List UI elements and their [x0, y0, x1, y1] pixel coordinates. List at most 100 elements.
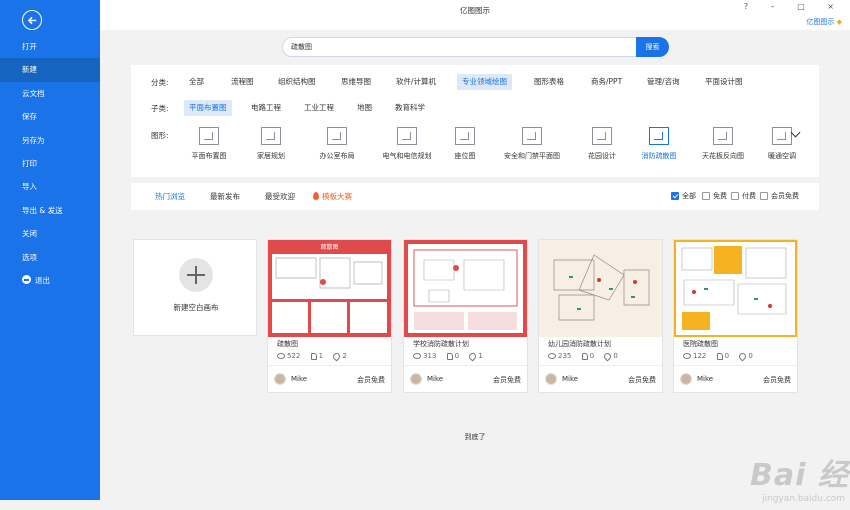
- fire-icon: [313, 192, 319, 200]
- subcategory-label: 子类:: [151, 104, 169, 113]
- sidebar-item-export[interactable]: 导出 & 发送: [0, 199, 100, 222]
- template-stats: 522 1 2: [277, 351, 355, 361]
- category-graphic-design[interactable]: 平面设计图: [700, 74, 748, 90]
- end-of-list-text: 到底了: [464, 433, 486, 441]
- price-tag: 会员免费: [493, 376, 521, 384]
- price-tag: 会员免费: [357, 376, 385, 384]
- checkbox-all[interactable]: 全部: [671, 192, 696, 201]
- arrow-left-icon: [27, 16, 36, 24]
- floor-plan-thumbnail: 疏散图: [268, 240, 391, 337]
- template-card[interactable]: 学校消防疏散计划 313 0 1 Mike 会员免费: [403, 239, 528, 393]
- price-tag: 会员免费: [763, 376, 791, 384]
- exit-icon: [22, 275, 31, 285]
- sidebar-item-save-as[interactable]: 另存为: [0, 129, 100, 152]
- view-count: 313: [423, 352, 437, 360]
- seating-icon: [455, 127, 475, 145]
- template-title: 学校消防疏散计划: [413, 340, 469, 348]
- sidebar-item-close[interactable]: 关闭: [0, 222, 100, 245]
- template-title: 幼儿园消防疏散计划: [548, 340, 611, 348]
- window-controls[interactable]: ? – □ ×: [744, 2, 844, 11]
- template-card[interactable]: 疏散图 疏散图 522 1 2 Mike 会员免费: [267, 239, 392, 393]
- sidebar-item-options[interactable]: 选项: [0, 246, 100, 269]
- shape-hvac[interactable]: 暖通空调: [747, 127, 817, 161]
- shape-label: 安全和门禁平面图: [504, 152, 560, 160]
- eye-icon: [683, 353, 691, 359]
- template-card[interactable]: 幼儿园消防疏散计划 235 0 0 Mike 会员免费: [538, 239, 663, 393]
- template-stats: 235 0 0: [548, 351, 626, 361]
- heart-icon: [737, 351, 748, 361]
- sidebar-item-import[interactable]: 导入: [0, 175, 100, 198]
- category-professional[interactable]: 专业领域绘图: [457, 74, 512, 90]
- floor-plan-icon: [199, 127, 219, 145]
- sidebar-item-exit[interactable]: 退出: [0, 269, 100, 292]
- shape-seating[interactable]: 座位图: [430, 127, 500, 161]
- tab-latest[interactable]: 最新发布: [210, 183, 240, 210]
- sidebar-item-print[interactable]: 打印: [0, 152, 100, 175]
- back-button[interactable]: [22, 10, 42, 30]
- sidebar-item-save[interactable]: 保存: [0, 105, 100, 128]
- subcategory-education[interactable]: 教育科学: [390, 100, 430, 116]
- brand-link[interactable]: 亿图图示 ◆: [806, 17, 842, 27]
- template-card[interactable]: 医院疏散图 122 0 0 Mike 会员免费: [673, 239, 798, 393]
- shape-floor-plan[interactable]: 平面布置图: [174, 127, 244, 161]
- like-count: 0: [724, 352, 730, 360]
- template-thumbnail: [539, 240, 662, 337]
- shape-label: 平面布置图: [191, 152, 227, 160]
- template-thumbnail: [674, 240, 797, 337]
- subcategory-industrial[interactable]: 工业工程: [299, 100, 339, 116]
- category-software[interactable]: 软件/计算机: [391, 74, 441, 90]
- sidebar-item-open[interactable]: 打开: [0, 35, 100, 58]
- template-stats: 122 0 0: [683, 351, 761, 361]
- new-blank-canvas-card[interactable]: 新建空白画布: [133, 239, 257, 336]
- checkbox-paid[interactable]: 付费: [731, 192, 756, 201]
- sidebar-item-new[interactable]: 新建: [0, 58, 100, 82]
- tab-hot[interactable]: 热门浏览: [155, 183, 185, 210]
- tab-contest[interactable]: 模板大赛: [313, 183, 352, 210]
- like-count: 0: [454, 352, 460, 360]
- category-flowchart[interactable]: 流程图: [226, 74, 259, 90]
- template-title: 医院疏散图: [683, 340, 718, 348]
- tab-popular[interactable]: 最受欢迎: [265, 183, 295, 210]
- category-mindmap[interactable]: 思维导图: [336, 74, 376, 90]
- search-button[interactable]: 搜索: [636, 37, 669, 57]
- title-bar: 亿图图示 ? – □ × 亿图图示 ◆: [100, 0, 850, 30]
- search-input[interactable]: 疏散图: [282, 37, 637, 57]
- sidebar-item-cloud-docs[interactable]: 云文档: [0, 82, 100, 105]
- category-all[interactable]: 全部: [184, 74, 209, 90]
- eye-icon: [277, 353, 285, 359]
- price-tag: 会员免费: [628, 376, 656, 384]
- garden-icon: [592, 127, 612, 145]
- subcategory-floor-plan[interactable]: 平面布置图: [184, 100, 232, 116]
- like-count: 0: [589, 352, 595, 360]
- thumbs-up-icon: [581, 352, 588, 360]
- filter-panel: 分类: 全部 流程图 组织结构图 思维导图 软件/计算机 专业领域绘图 图形表格…: [131, 65, 819, 177]
- checkbox-label: 付费: [742, 192, 756, 200]
- checkbox-free[interactable]: 免费: [702, 192, 727, 201]
- thumbs-up-icon: [446, 352, 453, 360]
- category-graphic-table[interactable]: 图形表格: [529, 74, 569, 90]
- hvac-icon: [772, 127, 792, 145]
- sidebar-menu: 打开 新建 云文档 保存 另存为 打印 导入 导出 & 发送 关闭 选项 退出: [0, 35, 100, 292]
- checkbox-icon: [702, 192, 710, 200]
- shape-office-layout[interactable]: 办公室布局: [302, 127, 372, 161]
- shape-label: 消防疏散图: [641, 152, 677, 160]
- avatar: [545, 373, 557, 385]
- category-org-chart[interactable]: 组织结构图: [273, 74, 321, 90]
- category-management[interactable]: 管理/咨询: [642, 74, 685, 90]
- subcategory-circuit[interactable]: 电路工程: [246, 100, 286, 116]
- security-icon: [522, 127, 542, 145]
- template-footer: Mike 会员免费: [674, 365, 797, 394]
- eye-icon: [413, 353, 421, 359]
- fav-count: 0: [748, 352, 753, 360]
- category-business-ppt[interactable]: 商务/PPT: [586, 74, 627, 90]
- shape-home-planning[interactable]: 家居规划: [236, 127, 306, 161]
- brand-label: 亿图图示: [806, 18, 835, 26]
- shape-fire-evacuation[interactable]: 消防疏散图: [624, 127, 694, 161]
- shape-security[interactable]: 安全和门禁平面图: [497, 127, 567, 161]
- sidebar-item-label: 退出: [35, 275, 50, 285]
- template-title: 疏散图: [277, 340, 298, 348]
- checkbox-member-free[interactable]: 会员免费: [760, 192, 799, 201]
- thumbs-up-icon: [716, 352, 723, 360]
- plus-icon: [179, 258, 213, 292]
- subcategory-map[interactable]: 地图: [352, 100, 377, 116]
